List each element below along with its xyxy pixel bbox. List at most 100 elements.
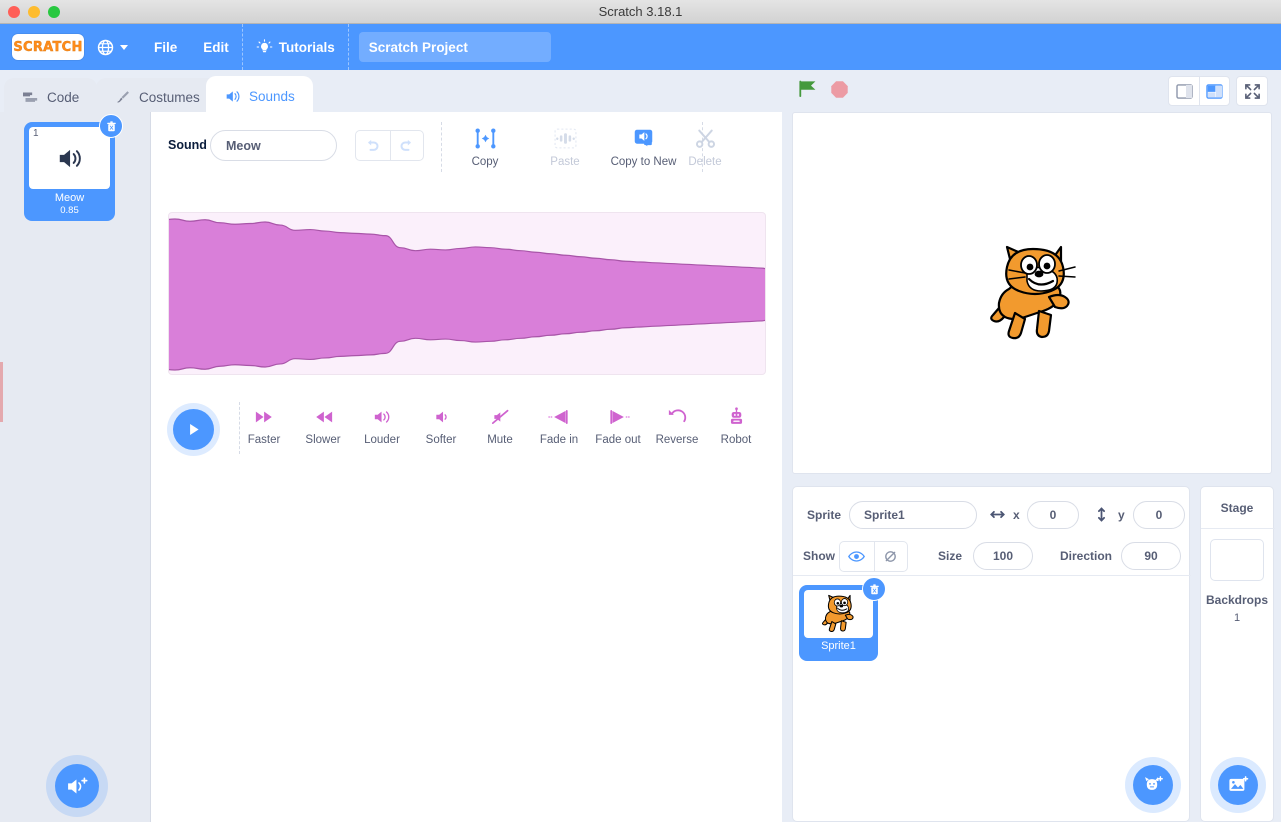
effect-softer[interactable]: Softer — [407, 407, 475, 446]
small-stage-icon — [1175, 83, 1193, 99]
effect-fade-in-label: Fade in — [539, 434, 579, 446]
backdrops-count: 1 — [1233, 612, 1241, 624]
menu-divider-2 — [347, 24, 349, 70]
slower-icon — [315, 411, 332, 423]
delete-sound-button[interactable] — [99, 114, 123, 138]
delete-tool-label: Delete — [688, 156, 722, 168]
window-title: Scratch 3.18.1 — [598, 4, 683, 19]
vertical-arrow-icon — [1098, 507, 1105, 522]
menu-file[interactable]: File — [141, 24, 190, 70]
effect-reverse-label: Reverse — [655, 434, 699, 446]
fullscreen-button[interactable] — [1236, 76, 1268, 106]
tab-code[interactable]: Code — [4, 78, 98, 116]
language-selector[interactable] — [84, 24, 141, 70]
sprite-info-row: Sprite x y Show — [793, 487, 1191, 575]
sound-name-input[interactable] — [210, 130, 337, 161]
effect-robot[interactable]: Robot — [702, 407, 770, 446]
scratch-logo-text: SCRATCH — [13, 39, 83, 55]
eye-icon — [848, 551, 866, 562]
sprite-list-item[interactable]: Sprite1 — [801, 577, 886, 659]
show-off-button[interactable] — [873, 542, 908, 571]
softer-icon — [435, 411, 447, 423]
stop-button[interactable] — [829, 79, 850, 105]
menu-tutorials[interactable]: Tutorials — [243, 24, 348, 70]
toolbar-divider-1 — [441, 122, 442, 172]
fade-in-icon — [547, 410, 568, 424]
redo-button[interactable] — [389, 131, 424, 160]
chevron-down-icon — [120, 44, 128, 50]
stage-canvas[interactable] — [792, 112, 1272, 474]
sprite-pane-divider — [793, 575, 1191, 576]
effect-mute-label: Mute — [487, 434, 513, 446]
eye-slash-icon — [885, 551, 897, 562]
sound-meta: Meow 0.85 — [29, 192, 110, 216]
effect-slower[interactable]: Slower — [289, 407, 357, 446]
add-sound-button[interactable] — [55, 764, 99, 808]
tab-costumes[interactable]: Costumes — [96, 78, 218, 116]
menu-edit[interactable]: Edit — [190, 24, 242, 70]
effect-faster[interactable]: Faster — [230, 407, 298, 446]
scratch-logo[interactable]: SCRATCH — [12, 34, 84, 60]
effect-fade-in[interactable]: Fade in — [525, 407, 593, 446]
horizontal-arrow-icon — [990, 510, 1005, 519]
menu-file-label: File — [154, 39, 178, 55]
robot-icon — [730, 407, 742, 424]
effect-fade-out[interactable]: Fade out — [584, 407, 652, 446]
undo-button[interactable] — [356, 131, 390, 160]
green-flag-button[interactable] — [797, 78, 819, 105]
sprite-size-label: Size — [938, 549, 963, 563]
menu-tutorials-label: Tutorials — [278, 39, 335, 55]
tab-sounds[interactable]: Sounds — [206, 76, 313, 116]
stage-selector-pane: Stage Backdrops 1 — [1200, 486, 1275, 822]
effect-softer-label: Softer — [425, 434, 457, 446]
copy-to-new-icon — [634, 129, 653, 147]
effect-fade-out-label: Fade out — [595, 434, 641, 446]
sprite-size-input[interactable] — [973, 542, 1033, 570]
add-sound-icon — [67, 777, 88, 794]
normal-stage-icon — [1206, 83, 1223, 99]
faster-icon — [255, 411, 272, 423]
waveform-display[interactable] — [168, 212, 766, 375]
sound-name-label: Sound — [168, 138, 207, 152]
effect-slower-label: Slower — [305, 434, 341, 446]
scissors-icon — [695, 129, 715, 148]
delete-tool[interactable]: Delete — [666, 126, 744, 168]
effect-reverse[interactable]: Reverse — [643, 407, 711, 446]
copy-tool[interactable]: Copy — [446, 126, 524, 168]
sound-item-name: Meow — [54, 192, 85, 204]
delete-sprite-button[interactable] — [862, 577, 886, 601]
effect-robot-label: Robot — [720, 434, 752, 446]
sprite-y-input[interactable] — [1133, 501, 1185, 529]
show-on-button[interactable] — [840, 542, 874, 571]
sprite-item-label: Sprite1 — [821, 640, 856, 652]
sound-effects-row: Faster Slower Louder Softer Mute Fade in… — [168, 402, 766, 467]
sprite-name-input[interactable] — [849, 501, 977, 529]
small-stage-button[interactable] — [1169, 77, 1199, 105]
effect-louder-label: Louder — [364, 434, 400, 446]
sound-editor: Sound Meow Copy Paste Copy to New Delete… — [151, 112, 782, 822]
effect-louder[interactable]: Louder — [348, 407, 416, 446]
sound-list-item[interactable]: 1 Meow 0.85 — [26, 114, 123, 219]
effect-mute[interactable]: Mute — [466, 407, 534, 446]
paintbrush-icon — [117, 90, 129, 102]
menu-bar: SCRATCH File Edit Tutorials Scratch Proj… — [0, 24, 1281, 70]
lightbulb-icon — [256, 38, 273, 52]
speaker-icon — [226, 90, 240, 102]
project-name-input[interactable]: Scratch Project — [358, 32, 551, 62]
stage-size-pair — [1168, 76, 1230, 106]
copy-tool-label: Copy — [471, 156, 499, 168]
add-sprite-button[interactable] — [1133, 765, 1173, 805]
stage-size-controls — [1168, 76, 1268, 106]
add-backdrop-icon — [1229, 775, 1249, 791]
stage-thumbnail[interactable] — [1210, 539, 1264, 581]
reverse-icon — [668, 409, 686, 423]
play-sound-button[interactable] — [173, 409, 214, 450]
sound-list-panel: 1 Meow 0.85 — [0, 112, 151, 822]
sound-item-duration: 0.85 — [60, 205, 79, 216]
sprite-direction-input[interactable] — [1121, 542, 1181, 570]
sprite-x-input[interactable] — [1027, 501, 1079, 529]
backdrops-label: Backdrops — [1205, 593, 1269, 607]
normal-stage-button[interactable] — [1199, 77, 1229, 105]
add-backdrop-button[interactable] — [1218, 765, 1258, 805]
tab-code-label: Code — [47, 89, 80, 105]
